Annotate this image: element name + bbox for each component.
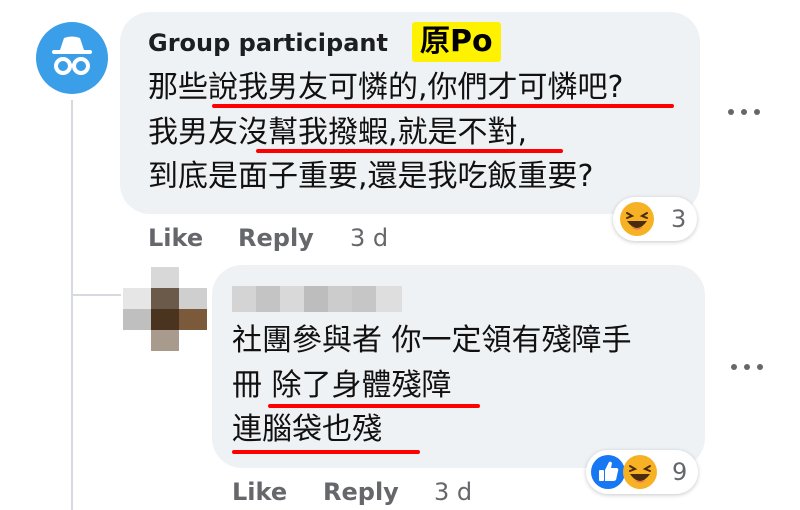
pixelated-avatar[interactable]	[123, 267, 207, 351]
highlight-underline	[256, 149, 563, 153]
original-poster-badge: 原Po	[412, 22, 501, 62]
thread-line-vertical	[71, 100, 73, 510]
thread-line-branch	[71, 294, 121, 296]
reaction-summary[interactable]: 9	[586, 450, 698, 494]
reaction-count: 9	[672, 458, 688, 486]
reaction-summary[interactable]: 3	[613, 197, 697, 241]
highlight-underline	[232, 450, 420, 454]
reply-button[interactable]: Reply	[238, 224, 314, 252]
laugh-emoji-icon	[623, 455, 657, 489]
highlight-underline	[212, 104, 674, 108]
redacted-author-name[interactable]	[232, 286, 402, 312]
more-options-icon[interactable]	[724, 100, 764, 124]
reply-button[interactable]: Reply	[323, 478, 399, 506]
like-button[interactable]: Like	[232, 478, 287, 506]
reply-text-line: 社團參與者 你一定領有殘障手	[232, 323, 632, 358]
reply-timestamp[interactable]: 3 d	[434, 478, 472, 506]
comment-author[interactable]: Group participant	[148, 29, 388, 57]
comment-timestamp[interactable]: 3 d	[350, 224, 388, 252]
reply-text-line: 冊 除了身體殘障	[232, 368, 452, 403]
comment-text-line: 那些說我男友可憐的,你們才可憐吧?	[148, 70, 624, 105]
incognito-icon	[52, 36, 92, 75]
reaction-count: 3	[671, 205, 687, 233]
anonymous-avatar[interactable]	[36, 22, 108, 94]
reply-text-line: 連腦袋也殘	[232, 412, 382, 447]
more-options-icon[interactable]	[727, 355, 767, 379]
highlight-underline	[268, 404, 480, 408]
laugh-emoji-icon	[620, 202, 654, 236]
like-thumb-icon	[591, 455, 625, 489]
like-button[interactable]: Like	[148, 224, 203, 252]
comment-text-line: 到底是面子重要,還是我吃飯重要?	[148, 159, 594, 194]
comment-text-line: 我男友沒幫我撥蝦,就是不對,	[148, 115, 528, 150]
